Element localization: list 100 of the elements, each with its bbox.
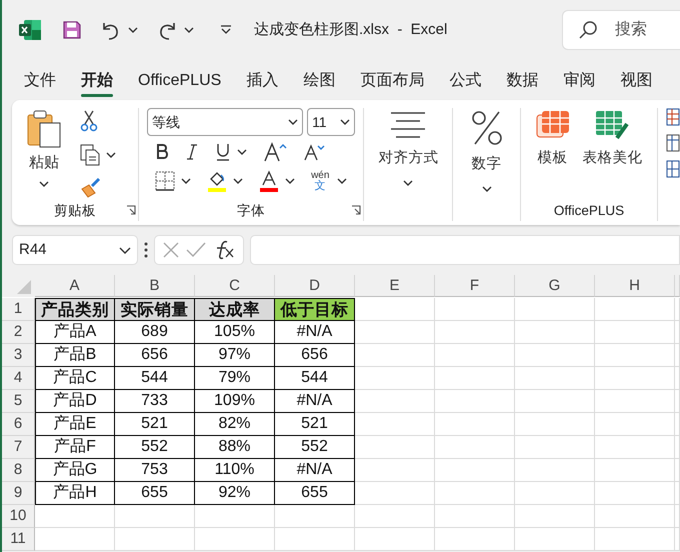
column-header[interactable]: E xyxy=(355,275,435,297)
menu-tab[interactable]: 绘图 xyxy=(303,69,336,97)
empty-cell[interactable] xyxy=(275,528,355,551)
empty-cell[interactable] xyxy=(675,459,680,482)
menu-tab[interactable]: 开始 xyxy=(81,69,113,97)
caret-icon[interactable] xyxy=(181,178,192,184)
empty-cell[interactable] xyxy=(675,528,680,551)
caret-icon[interactable] xyxy=(184,27,194,33)
empty-cell[interactable] xyxy=(275,505,355,528)
table-grid-icon[interactable] xyxy=(666,108,680,126)
empty-cell[interactable] xyxy=(355,367,435,390)
empty-cell[interactable] xyxy=(515,482,595,505)
empty-cell[interactable] xyxy=(435,459,515,482)
menu-tab[interactable]: 审阅 xyxy=(563,69,596,97)
caret-icon[interactable] xyxy=(237,149,248,155)
column-header[interactable] xyxy=(675,275,680,297)
empty-cell[interactable] xyxy=(595,298,675,321)
empty-cell[interactable] xyxy=(115,505,195,528)
font-name-dropdown[interactable]: 等线 xyxy=(147,108,304,136)
empty-cell[interactable] xyxy=(675,505,680,528)
row-header[interactable]: 6 xyxy=(2,413,35,436)
empty-cell[interactable] xyxy=(675,367,680,390)
table-grid-icon[interactable] xyxy=(666,160,680,178)
empty-cell[interactable] xyxy=(515,436,595,459)
empty-cell[interactable] xyxy=(675,321,680,344)
empty-cell[interactable] xyxy=(515,413,595,436)
empty-cell[interactable] xyxy=(595,459,675,482)
empty-cell[interactable] xyxy=(595,321,675,344)
empty-cell[interactable] xyxy=(515,390,595,413)
caret-icon[interactable] xyxy=(106,152,116,158)
more-options-icon[interactable] xyxy=(144,242,148,258)
table-grid-icon[interactable] xyxy=(666,134,680,152)
row-header[interactable]: 3 xyxy=(2,344,35,367)
empty-cell[interactable] xyxy=(355,528,435,551)
number-format-button[interactable]: 数字 xyxy=(461,108,512,194)
row-header[interactable]: 9 xyxy=(2,482,35,505)
column-header[interactable]: D xyxy=(275,275,355,297)
column-header[interactable]: H xyxy=(595,275,675,297)
menu-tab[interactable]: 公式 xyxy=(449,69,482,97)
empty-cell[interactable] xyxy=(675,413,680,436)
row-header[interactable]: 11 xyxy=(2,528,35,551)
empty-cell[interactable] xyxy=(355,459,435,482)
font-size-dropdown[interactable]: 11 xyxy=(307,108,356,136)
menu-tab[interactable]: 插入 xyxy=(246,69,278,97)
row-header[interactable]: 1 xyxy=(2,298,35,321)
close-icon[interactable] xyxy=(162,242,179,258)
table-beautify-button[interactable]: 表格美化 xyxy=(578,108,646,172)
search-field[interactable]: 搜索 xyxy=(562,10,680,50)
caret-icon[interactable] xyxy=(285,178,296,184)
phonetic-guide-button[interactable]: wén 文 xyxy=(307,168,352,194)
empty-cell[interactable] xyxy=(675,344,680,367)
dialog-launcher-icon[interactable] xyxy=(351,205,362,215)
menu-tab[interactable]: 数据 xyxy=(506,69,538,97)
menu-tab[interactable]: 页面布局 xyxy=(360,69,424,97)
empty-cell[interactable] xyxy=(435,298,515,321)
empty-cell[interactable] xyxy=(195,528,275,551)
menu-tab[interactable]: OfficePLUS xyxy=(138,69,222,97)
empty-cell[interactable] xyxy=(675,436,680,459)
empty-cell[interactable] xyxy=(115,528,195,551)
empty-cell[interactable] xyxy=(515,367,595,390)
empty-cell[interactable] xyxy=(675,482,680,505)
column-header[interactable]: C xyxy=(195,275,275,297)
row-header[interactable]: 4 xyxy=(2,367,35,390)
empty-cell[interactable] xyxy=(435,344,515,367)
empty-cell[interactable] xyxy=(435,505,515,528)
empty-cell[interactable] xyxy=(435,413,515,436)
empty-cell[interactable] xyxy=(515,298,595,321)
row-header[interactable]: 8 xyxy=(2,459,35,482)
empty-cell[interactable] xyxy=(355,436,435,459)
empty-cell[interactable] xyxy=(515,321,595,344)
caret-icon[interactable] xyxy=(233,178,244,184)
column-header[interactable]: F xyxy=(435,275,515,297)
empty-cell[interactable] xyxy=(515,459,595,482)
caret-icon[interactable] xyxy=(128,27,138,33)
empty-cell[interactable] xyxy=(595,344,675,367)
menu-tab[interactable]: 文件 xyxy=(24,69,56,97)
checkmark-icon[interactable] xyxy=(186,242,206,258)
template-button[interactable]: 模板 xyxy=(532,108,574,172)
empty-cell[interactable] xyxy=(595,390,675,413)
empty-cell[interactable] xyxy=(355,505,435,528)
column-header[interactable]: G xyxy=(515,275,595,297)
empty-cell[interactable] xyxy=(595,436,675,459)
empty-cell[interactable] xyxy=(355,413,435,436)
empty-cell[interactable] xyxy=(355,344,435,367)
row-header[interactable]: 5 xyxy=(2,390,35,413)
empty-cell[interactable] xyxy=(435,528,515,551)
empty-cell[interactable] xyxy=(515,505,595,528)
name-box[interactable]: R44 xyxy=(12,235,138,265)
row-header[interactable]: 2 xyxy=(2,321,35,344)
empty-cell[interactable] xyxy=(595,505,675,528)
row-header[interactable]: 7 xyxy=(2,436,35,459)
empty-cell[interactable] xyxy=(355,321,435,344)
column-header[interactable]: B xyxy=(115,275,195,297)
empty-cell[interactable] xyxy=(595,413,675,436)
empty-cell[interactable] xyxy=(435,482,515,505)
empty-cell[interactable] xyxy=(435,321,515,344)
column-header[interactable]: A xyxy=(35,275,115,297)
paste-button[interactable]: 粘贴 xyxy=(20,108,68,201)
empty-cell[interactable] xyxy=(355,390,435,413)
dialog-launcher-icon[interactable] xyxy=(126,205,136,215)
